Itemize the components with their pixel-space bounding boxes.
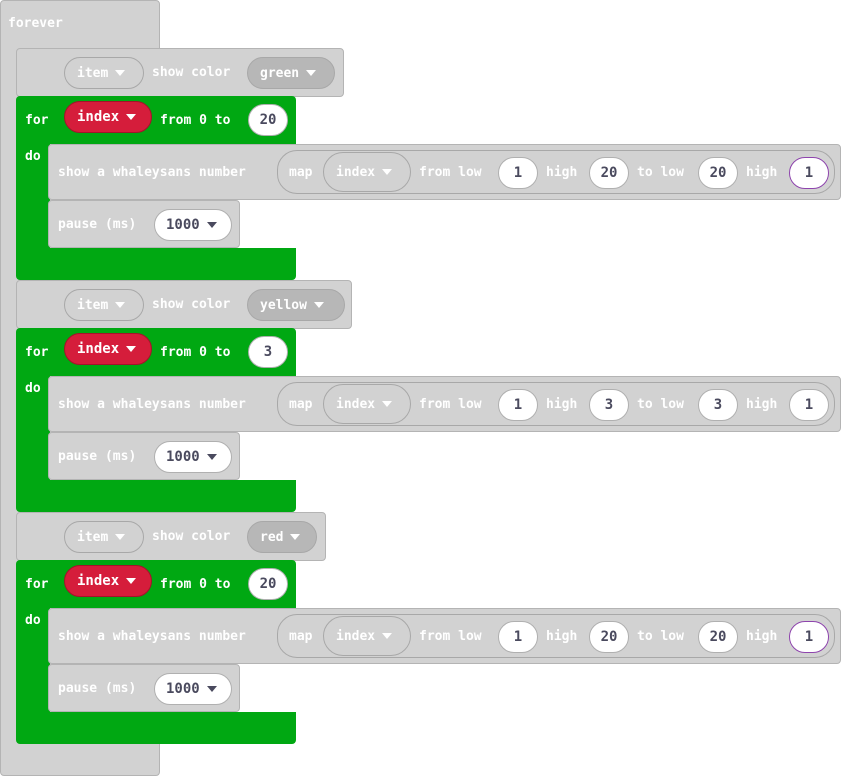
color-value: red	[260, 529, 284, 545]
chevron-down-icon	[126, 346, 137, 352]
map-variable-dropdown[interactable]: index	[323, 384, 411, 424]
index-variable-dropdown[interactable]: index	[64, 333, 152, 365]
pause-label: pause (ms)	[58, 449, 137, 464]
to-high-input[interactable]: 1	[789, 621, 829, 653]
do-label: do	[25, 381, 41, 396]
high-label: high	[746, 629, 778, 644]
high-label: high	[746, 397, 778, 412]
item-dropdown[interactable]: item	[64, 289, 144, 321]
loop-end-input[interactable]: 20	[248, 104, 288, 136]
from-label: from 0 to	[160, 577, 231, 592]
to-high-input[interactable]: 1	[789, 389, 829, 421]
item-label: item	[77, 297, 109, 313]
to-low-label: to low	[637, 629, 684, 644]
map-var-label: index	[336, 396, 376, 412]
from-high-input[interactable]: 20	[589, 621, 629, 653]
show-number-label: show a whaleysans number	[58, 397, 246, 412]
show-number-label: show a whaleysans number	[58, 629, 246, 644]
from-low-input[interactable]: 1	[498, 157, 538, 189]
for-loop-footer	[16, 480, 296, 512]
map-label: map	[289, 397, 313, 412]
index-label: index	[77, 573, 120, 589]
chevron-down-icon	[126, 114, 137, 120]
pause-value: 1000	[166, 449, 200, 465]
map-var-label: index	[336, 628, 376, 644]
pause-dropdown[interactable]: 1000	[154, 441, 232, 473]
high-label: high	[546, 397, 578, 412]
for-label: for	[25, 113, 49, 128]
index-label: index	[77, 109, 120, 125]
to-high-input[interactable]: 1	[789, 157, 829, 189]
item-dropdown[interactable]: item	[64, 57, 144, 89]
color-dropdown[interactable]: yellow	[247, 289, 345, 321]
color-value: yellow	[260, 297, 307, 313]
to-low-label: to low	[637, 165, 684, 180]
from-low-label: from low	[419, 165, 482, 180]
show-number-label: show a whaleysans number	[58, 165, 246, 180]
high-label: high	[746, 165, 778, 180]
chevron-down-icon	[115, 70, 126, 76]
to-low-label: to low	[637, 397, 684, 412]
map-variable-dropdown[interactable]: index	[323, 616, 411, 656]
from-label: from 0 to	[160, 345, 231, 360]
color-value: green	[260, 65, 300, 81]
from-high-input[interactable]: 20	[589, 157, 629, 189]
do-label: do	[25, 613, 41, 628]
map-label: map	[289, 629, 313, 644]
chevron-down-icon	[313, 302, 324, 308]
item-dropdown[interactable]: item	[64, 521, 144, 553]
high-label: high	[546, 629, 578, 644]
pause-value: 1000	[166, 217, 200, 233]
show-color-label: show color	[152, 529, 231, 544]
chevron-down-icon	[382, 633, 393, 639]
pause-label: pause (ms)	[58, 217, 137, 232]
index-variable-dropdown[interactable]: index	[64, 101, 152, 133]
from-low-label: from low	[419, 397, 482, 412]
pause-dropdown[interactable]: 1000	[154, 673, 232, 705]
item-label: item	[77, 529, 109, 545]
index-variable-dropdown[interactable]: index	[64, 565, 152, 597]
item-label: item	[77, 65, 109, 81]
for-loop-footer	[16, 712, 296, 744]
from-high-input[interactable]: 3	[589, 389, 629, 421]
do-label: do	[25, 149, 41, 164]
from-low-input[interactable]: 1	[498, 389, 538, 421]
chevron-down-icon	[206, 686, 217, 692]
to-low-input[interactable]: 20	[698, 157, 738, 189]
chevron-down-icon	[306, 70, 317, 76]
for-loop-footer	[16, 248, 296, 280]
loop-end-input[interactable]: 3	[248, 336, 288, 368]
chevron-down-icon	[382, 401, 393, 407]
from-low-label: from low	[419, 629, 482, 644]
to-low-input[interactable]: 3	[698, 389, 738, 421]
pause-dropdown[interactable]: 1000	[154, 209, 232, 241]
pause-label: pause (ms)	[58, 681, 137, 696]
index-label: index	[77, 341, 120, 357]
chevron-down-icon	[126, 578, 137, 584]
chevron-down-icon	[206, 454, 217, 460]
show-color-label: show color	[152, 65, 231, 80]
loop-end-input[interactable]: 20	[248, 568, 288, 600]
map-var-label: index	[336, 164, 376, 180]
for-label: for	[25, 345, 49, 360]
forever-label: forever	[8, 16, 63, 31]
to-low-input[interactable]: 20	[698, 621, 738, 653]
for-label: for	[25, 577, 49, 592]
from-label: from 0 to	[160, 113, 231, 128]
pause-value: 1000	[166, 681, 200, 697]
show-color-label: show color	[152, 297, 231, 312]
chevron-down-icon	[290, 534, 301, 540]
chevron-down-icon	[115, 302, 126, 308]
color-dropdown[interactable]: green	[247, 57, 335, 89]
map-label: map	[289, 165, 313, 180]
chevron-down-icon	[115, 534, 126, 540]
high-label: high	[546, 165, 578, 180]
color-dropdown[interactable]: red	[247, 521, 317, 553]
chevron-down-icon	[206, 222, 217, 228]
map-variable-dropdown[interactable]: index	[323, 152, 411, 192]
from-low-input[interactable]: 1	[498, 621, 538, 653]
chevron-down-icon	[382, 169, 393, 175]
